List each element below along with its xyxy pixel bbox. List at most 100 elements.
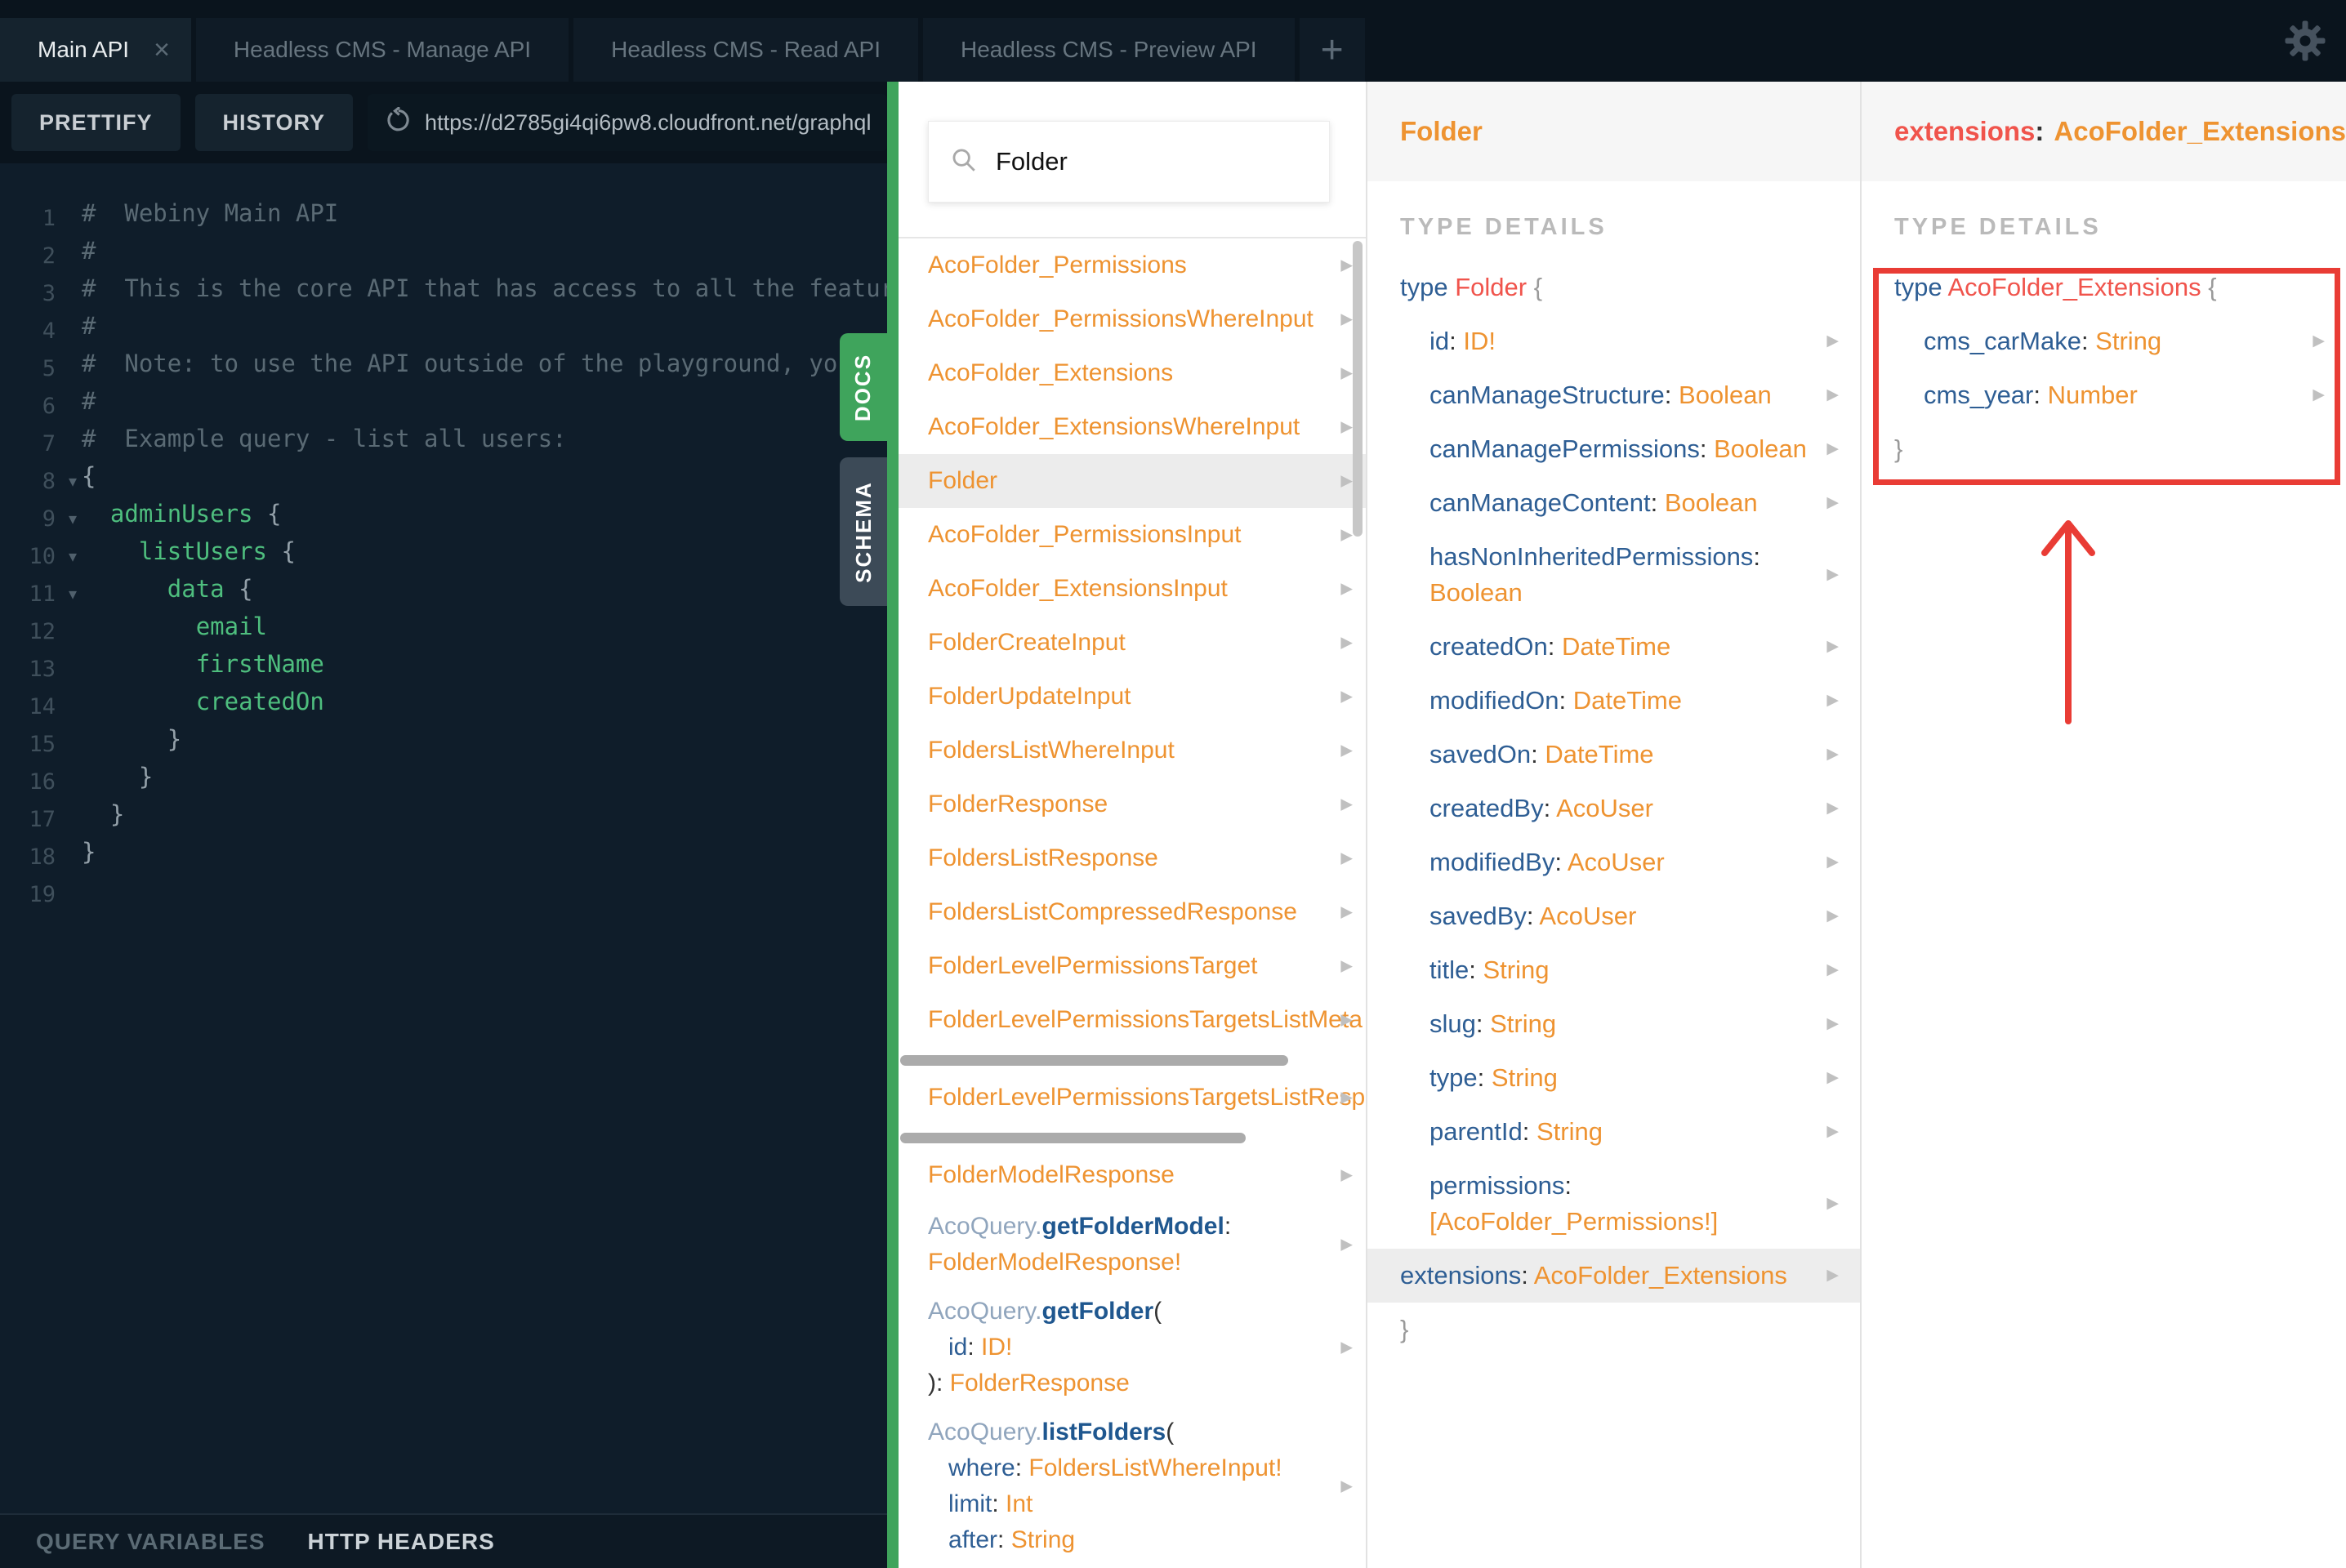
chevron-right-icon: ▶: [1826, 440, 1839, 457]
folder-type-panel: Folder TYPE DETAILS type Folder {id: ID!…: [1366, 82, 1860, 1568]
type-closing-brace: }: [1894, 434, 1903, 463]
line-number: 1: [42, 205, 56, 231]
editor-code[interactable]: # Webiny Main API # # This is the core API…: [82, 199, 887, 1513]
chevron-right-icon: ▶: [1826, 1123, 1839, 1140]
docs-list-item[interactable]: FoldersListResponse ▶: [899, 831, 1366, 885]
type-field-row[interactable]: id: ID! ▶: [1429, 314, 1839, 368]
tab-label: Main API: [38, 37, 130, 62]
docs-vertical-scrollbar[interactable]: [1353, 241, 1363, 537]
docs-list-item[interactable]: AcoFolder_Extensions ▶: [899, 346, 1366, 400]
type-field-row[interactable]: canManageStructure: Boolean ▶: [1429, 368, 1839, 422]
docs-list-item[interactable]: AcoFolder_PermissionsWhereInput ▶: [899, 292, 1366, 346]
folder-type-details: type Folder { id: ID! ▶ canManageStructure:…: [1367, 261, 1860, 1356]
chevron-right-icon: ▶: [1826, 566, 1839, 583]
docs-list-item[interactable]: FolderLevelPermissionsTarget ▶: [899, 939, 1366, 993]
docs-list-item[interactable]: FolderModelResponse ▶: [899, 1148, 1366, 1202]
docs-search-input[interactable]: [996, 147, 1308, 176]
chevron-right-icon: ▶: [1826, 1195, 1839, 1212]
endpoint-url-field[interactable]: https://d2785gi4qi6pw8.cloudfront.net/gr…: [368, 94, 888, 151]
chevron-right-icon: ▶: [1826, 907, 1839, 924]
docs-list-item[interactable]: FoldersListWhereInput ▶: [899, 724, 1366, 777]
fold-arrow-icon[interactable]: ▾: [56, 584, 77, 604]
extensions-panel-type-name: AcoFolder_Extensions: [2054, 116, 2346, 146]
tab-headless-cms-preview-api[interactable]: Headless CMS - Preview API: [923, 18, 1295, 82]
fold-arrow-icon[interactable]: ▾: [56, 471, 77, 492]
docs-list-item[interactable]: AcoQuery.listFolders( where: FoldersList…: [899, 1408, 1366, 1565]
reload-icon[interactable]: [384, 105, 412, 139]
query-variables-tab[interactable]: QUERY VARIABLES: [36, 1529, 265, 1555]
schema-tab[interactable]: SCHEMA: [840, 457, 887, 606]
type-field-row[interactable]: canManageContent: Boolean ▶: [1429, 476, 1839, 530]
query-editor[interactable]: 1 2 3 4 5 6 7 8 ▾ 9 ▾ 10 ▾ 11 ▾ 12 13 14 15 16 17 18 19 # Webi…: [0, 163, 887, 1513]
type-field-row[interactable]: savedOn: DateTime ▶: [1429, 728, 1839, 782]
new-tab-button[interactable]: +: [1299, 18, 1365, 82]
type-field-row[interactable]: createdOn: DateTime ▶: [1429, 620, 1839, 674]
docs-list-item[interactable]: AcoQuery.getFolderModel: FolderModelRespo…: [899, 1202, 1366, 1287]
docs-list-item[interactable]: Folder ▶: [899, 454, 1366, 508]
tab-headless-cms-read-api[interactable]: Headless CMS - Read API: [573, 18, 919, 82]
line-number: 8: [42, 468, 56, 494]
chevron-right-icon: ▶: [2313, 386, 2325, 403]
settings-gear-icon[interactable]: [2282, 18, 2328, 68]
search-icon: [950, 146, 978, 178]
horizontal-scrollbar[interactable]: [900, 1055, 1288, 1066]
type-field-row[interactable]: extensions: AcoFolder_Extensions ▶: [1367, 1249, 1860, 1303]
chevron-right-icon: ▶: [1826, 638, 1839, 655]
type-field-row[interactable]: cms_year: Number ▶: [1924, 368, 2325, 422]
docs-list-item[interactable]: FolderLevelPermissionsTargetsListMeta ▶: [899, 993, 1366, 1047]
type-field-row[interactable]: parentId: String ▶: [1429, 1105, 1839, 1159]
tab-main-api[interactable]: Main API ×: [0, 18, 191, 82]
code-line: }: [82, 725, 182, 753]
docs-panel-divider[interactable]: [887, 82, 899, 1568]
type-field-row[interactable]: permissions: [AcoFolder_Permissions!] ▶: [1429, 1159, 1839, 1249]
docs-list-item[interactable]: AcoFolder_Permissions ▶: [899, 238, 1366, 292]
docs-list-item[interactable]: AcoFolder_ExtensionsInput ▶: [899, 562, 1366, 616]
extensions-type-panel: extensions: AcoFolder_Extensions TYPE DET…: [1860, 82, 2346, 1568]
fold-arrow-icon[interactable]: ▾: [56, 546, 77, 567]
tab-headless-cms-manage-api[interactable]: Headless CMS - Manage API: [195, 18, 569, 82]
chevron-right-icon: ▶: [1340, 957, 1353, 975]
chevron-right-icon: ▶: [1340, 526, 1353, 544]
docs-results-list: AcoFolder_Permissions ▶ AcoFolder_Permissi…: [899, 238, 1366, 1568]
type-field-row[interactable]: modifiedBy: AcoUser ▶: [1429, 835, 1839, 889]
docs-tab[interactable]: DOCS: [840, 333, 887, 441]
code-line: #: [82, 387, 96, 415]
chevron-right-icon: ▶: [1826, 1069, 1839, 1086]
folder-panel-title: Folder: [1400, 116, 1483, 146]
type-field-row[interactable]: modifiedOn: DateTime ▶: [1429, 674, 1839, 728]
type-field-row[interactable]: type: String ▶: [1429, 1051, 1839, 1105]
docs-list-item[interactable]: FolderLevelPermissionsTargetsListRespo ▶: [899, 1071, 1366, 1125]
chevron-right-icon: ▶: [1340, 1236, 1353, 1254]
type-field-row[interactable]: title: String ▶: [1429, 943, 1839, 997]
close-tab-icon[interactable]: ×: [154, 36, 170, 64]
docs-list-item[interactable]: AcoFolder_ExtensionsWhereInput ▶: [899, 400, 1366, 454]
type-closing-brace: }: [1400, 1315, 1409, 1343]
chevron-right-icon: ▶: [1826, 386, 1839, 403]
type-field-row[interactable]: cms_carMake: String ▶: [1924, 314, 2325, 368]
type-field-row[interactable]: slug: String ▶: [1429, 997, 1839, 1051]
fold-arrow-icon[interactable]: ▾: [56, 509, 77, 529]
docs-panel: AcoFolder_Permissions▶AcoFolder_Permissi…: [899, 82, 1366, 1568]
type-field-row[interactable]: canManagePermissions: Boolean ▶: [1429, 422, 1839, 476]
type-declaration: type Folder {: [1400, 273, 1543, 301]
chevron-right-icon: ▶: [1340, 310, 1353, 328]
docs-list-item[interactable]: FolderCreateInput ▶: [899, 616, 1366, 670]
docs-list-item[interactable]: AcoFolder_PermissionsInput ▶: [899, 508, 1366, 562]
http-headers-tab[interactable]: HTTP HEADERS: [308, 1529, 495, 1555]
chevron-right-icon: ▶: [1826, 853, 1839, 871]
type-field-row[interactable]: createdBy: AcoUser ▶: [1429, 782, 1839, 835]
line-number: 10: [29, 543, 56, 569]
line-number: 3: [42, 280, 56, 306]
horizontal-scrollbar[interactable]: [900, 1133, 1247, 1143]
type-field-row[interactable]: savedBy: AcoUser ▶: [1429, 889, 1839, 943]
docs-list-item[interactable]: FoldersListCompressedResponse ▶: [899, 885, 1366, 939]
type-field-row[interactable]: hasNonInheritedPermissions: Boolean ▶: [1429, 530, 1839, 620]
history-button[interactable]: HISTORY: [194, 94, 354, 151]
prettify-button[interactable]: PRETTIFY: [11, 94, 181, 151]
line-number: 7: [42, 430, 56, 457]
chevron-right-icon: ▶: [1826, 961, 1839, 978]
docs-list-item[interactable]: FolderUpdateInput ▶: [899, 670, 1366, 724]
docs-list-item[interactable]: AcoQuery.getFolder( id: ID!): FolderResp…: [899, 1287, 1366, 1408]
docs-list-item[interactable]: FolderResponse ▶: [899, 777, 1366, 831]
docs-search[interactable]: [928, 121, 1330, 203]
